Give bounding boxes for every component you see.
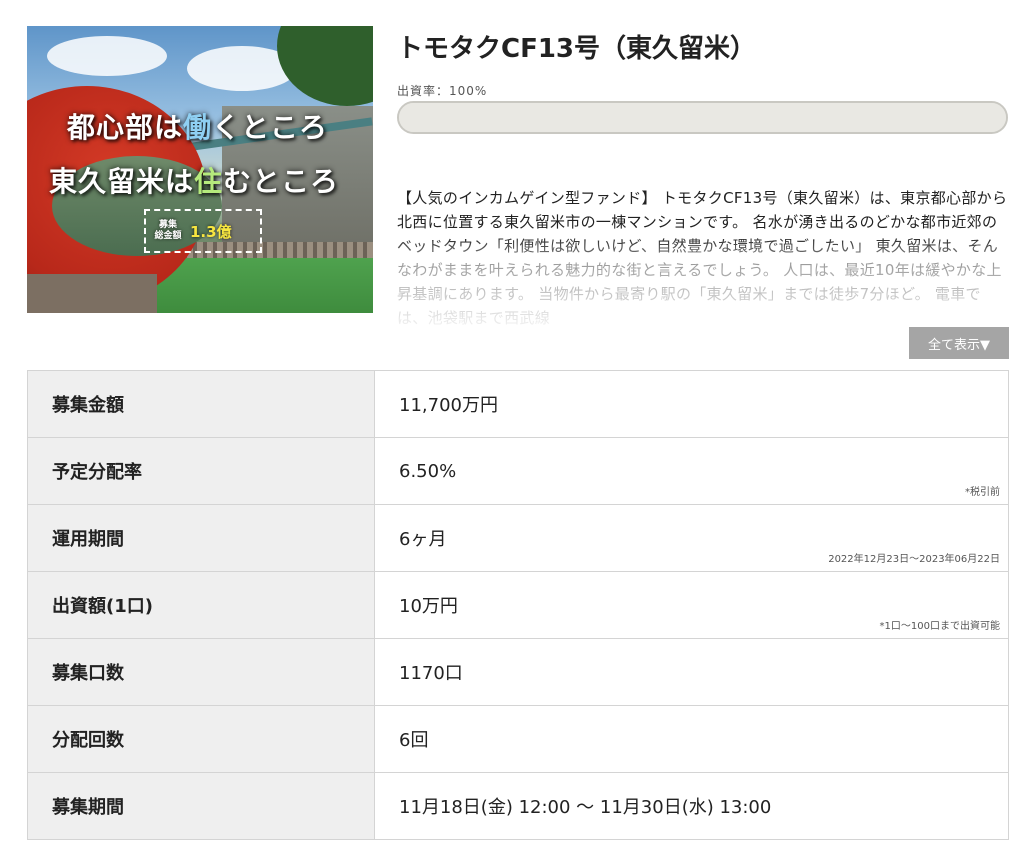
badge-value: 1.3億 <box>190 222 232 241</box>
unit-amount-cell: 10万円 *1口〜100口まで出資可能 <box>374 571 1009 639</box>
distribution-count-cell: 6回 <box>374 705 1009 773</box>
hero-headline-2: 東久留米は住むところ <box>49 165 340 198</box>
total-amount-badge: 募集 総金額 1.3億 <box>144 209 262 253</box>
recruit-period-cell: 11月18日(金) 12:00 〜 11月30日(水) 13:00 <box>374 772 1009 840</box>
unit-count-cell: 1170口 <box>374 638 1009 706</box>
recruit-amount-cell: 11,700万円 <box>374 370 1009 438</box>
badge-label: 募集 総金額 <box>154 220 182 241</box>
fund-info-table: 募集金額 11,700万円予定分配率 6.50% *税引前運用期間 6ヶ月 2022年12… <box>27 370 1009 840</box>
stone-wall-shape <box>27 274 157 313</box>
table-row: 募集金額 11,700万円 <box>27 370 1009 438</box>
table-row: 分配回数 6回 <box>27 705 1009 773</box>
investment-rate-label: 出資率：100% <box>397 84 488 98</box>
fund-title: トモタクCF13号（東久留米） <box>397 34 757 64</box>
expected-rate-note: *税引前 <box>965 487 1000 498</box>
table-row: 募集口数 1170口 <box>27 638 1009 706</box>
fund-hero-image: 都心部は働くところ 東久留米は住むところ 募集 総金額 1.3億 <box>27 26 373 313</box>
cloud-shape <box>47 36 167 76</box>
operation-period-label: 運用期間 <box>27 504 375 572</box>
unit-count-value: 1170口 <box>399 663 463 684</box>
recruit-amount-value: 11,700万円 <box>399 395 498 416</box>
operation-period-note: 2022年12月23日〜2023年06月22日 <box>828 554 1000 565</box>
progress-fill <box>399 103 1006 132</box>
recruit-period-label: 募集期間 <box>27 772 375 840</box>
distribution-count-label: 分配回数 <box>27 705 375 773</box>
table-row: 予定分配率 6.50% *税引前 <box>27 437 1009 505</box>
unit-amount-note: *1口〜100口まで出資可能 <box>879 621 1000 632</box>
table-row: 募集期間 11月18日(金) 12:00 〜 11月30日(水) 13:00 <box>27 772 1009 840</box>
unit-count-label: 募集口数 <box>27 638 375 706</box>
recruit-period-value: 11月18日(金) 12:00 〜 11月30日(水) 13:00 <box>399 797 772 818</box>
operation-period-cell: 6ヶ月 2022年12月23日〜2023年06月22日 <box>374 504 1009 572</box>
hero-headline-1: 都心部は働くところ <box>67 111 329 144</box>
expected-rate-label: 予定分配率 <box>27 437 375 505</box>
expected-rate-value: 6.50% <box>399 460 457 482</box>
unit-amount-value: 10万円 <box>399 596 458 617</box>
expected-rate-cell: 6.50% *税引前 <box>374 437 1009 505</box>
distribution-count-value: 6回 <box>399 730 429 751</box>
operation-period-value: 6ヶ月 <box>399 529 447 550</box>
table-row: 出資額(1口) 10万円 *1口〜100口まで出資可能 <box>27 571 1009 639</box>
investment-progress-bar <box>397 101 1008 134</box>
show-all-button[interactable]: 全て表示▼ <box>909 327 1009 359</box>
unit-amount-label: 出資額(1口) <box>27 571 375 639</box>
tree-shape <box>277 26 373 106</box>
recruit-amount-label: 募集金額 <box>27 370 375 438</box>
table-row: 運用期間 6ヶ月 2022年12月23日〜2023年06月22日 <box>27 504 1009 572</box>
description-fade-overlay <box>397 236 1009 328</box>
